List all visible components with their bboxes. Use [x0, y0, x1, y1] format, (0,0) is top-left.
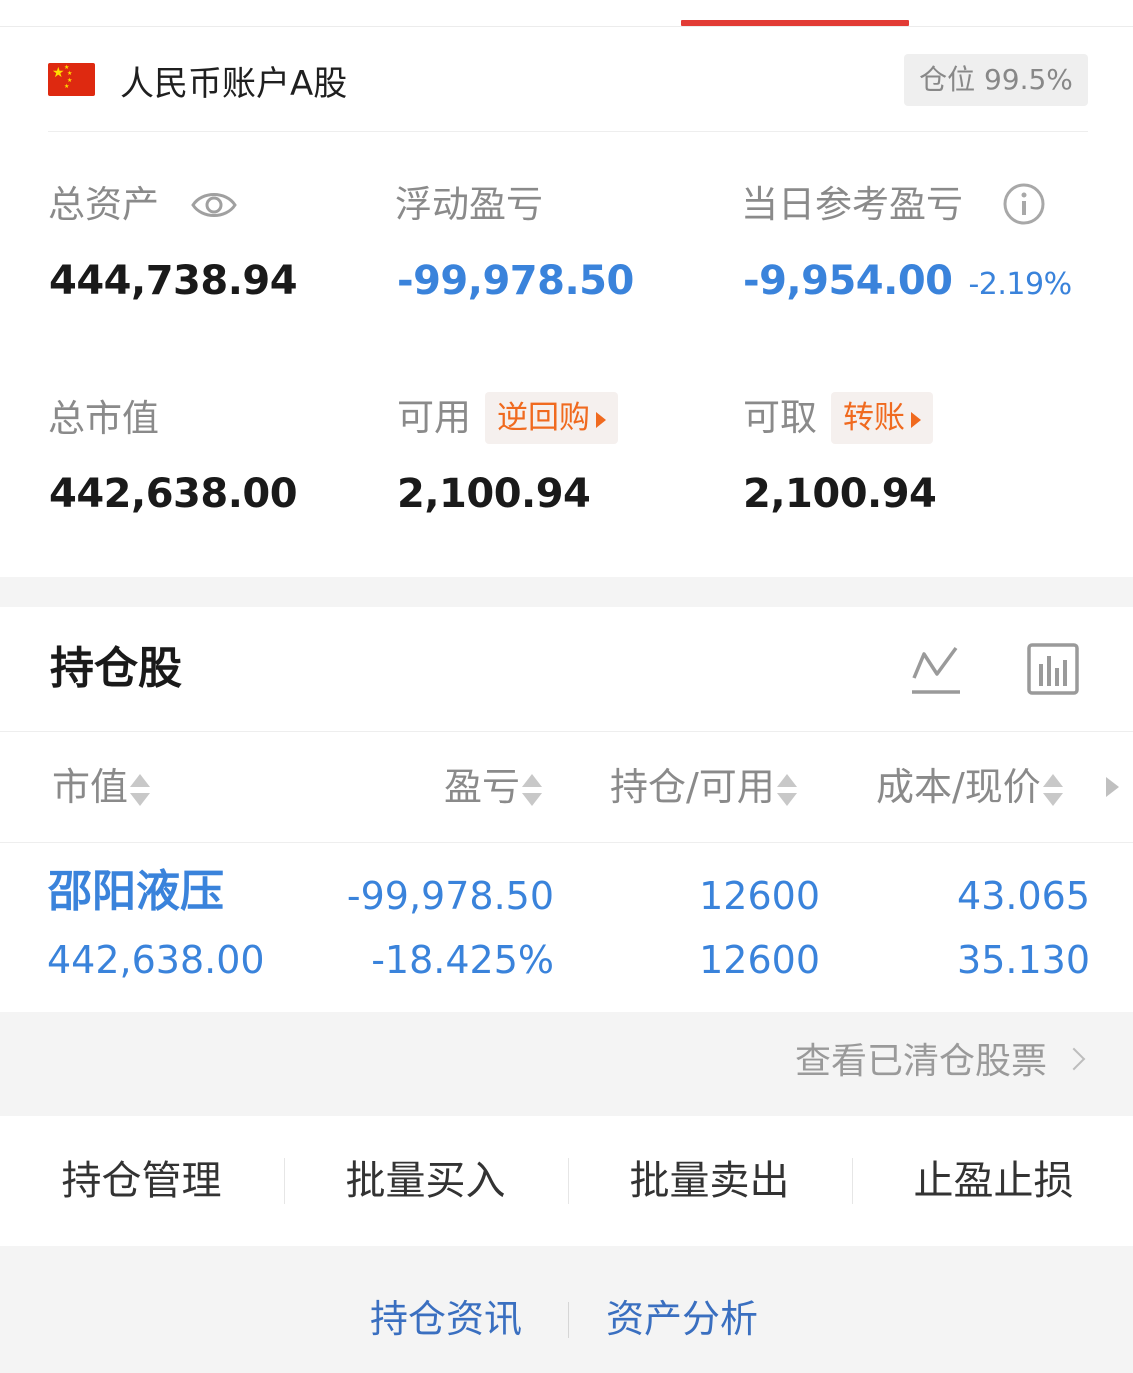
stock-pl: -99,978.50: [346, 874, 554, 918]
cleared-stocks-link[interactable]: 查看已清仓股票: [795, 1038, 1047, 1086]
sort-icon: [130, 772, 151, 808]
stock-cost: 43.065: [957, 874, 1090, 918]
batch-buy-button[interactable]: 批量买入: [284, 1116, 567, 1246]
table-header-divider: [0, 842, 1133, 843]
floating-pl-label: 浮动盈亏: [395, 183, 543, 226]
transfer-label: 转账: [843, 400, 905, 436]
available-funds: 可用 逆回购: [397, 392, 618, 444]
withdrawable-label: 可取: [743, 396, 817, 439]
info-icon[interactable]: [1002, 182, 1046, 226]
holdings-news-link[interactable]: 持仓资讯: [370, 1294, 522, 1344]
china-flag-icon: ★ ★ ★ ★ ★: [48, 63, 95, 96]
top-divider: [0, 26, 1133, 27]
daily-pl-percent: -2.19%: [968, 267, 1072, 302]
market-value-label: 总市值: [48, 397, 159, 440]
stock-pl-percent: -18.425%: [371, 938, 554, 982]
account-name: 人民币账户A股: [120, 64, 348, 104]
caret-right-icon: [911, 411, 921, 428]
column-header-market-value[interactable]: 市值: [52, 763, 151, 811]
market-value: 总市值: [48, 397, 159, 441]
column-header-cost-price[interactable]: 成本/现价: [876, 763, 1063, 811]
asset-analysis-link[interactable]: 资产分析: [606, 1294, 758, 1344]
active-tab-indicator: [681, 20, 909, 26]
sort-icon: [776, 772, 797, 808]
stock-position: 12600: [699, 874, 820, 918]
withdrawable-funds: 可取 转账: [743, 392, 933, 444]
market-value-value: 442,638.00: [49, 471, 298, 517]
daily-pl-value-group: -9,954.00 -2.19%: [743, 257, 1072, 309]
bottom-link-divider: [568, 1302, 569, 1338]
transfer-button[interactable]: 转账: [831, 392, 933, 444]
column-label: 盈亏: [444, 765, 521, 809]
stock-name: 邵阳液压: [48, 866, 224, 917]
holdings-title: 持仓股: [50, 643, 182, 694]
column-header-position[interactable]: 持仓/可用: [610, 763, 797, 811]
caret-right-icon: [596, 411, 606, 428]
sort-icon: [1042, 772, 1063, 808]
stock-market-value: 442,638.00: [47, 938, 265, 982]
holdings-divider: [0, 731, 1133, 732]
column-header-pl[interactable]: 盈亏: [444, 763, 543, 811]
daily-pl: 当日参考盈亏: [741, 183, 963, 227]
batch-sell-button[interactable]: 批量卖出: [568, 1116, 851, 1246]
stock-available: 12600: [699, 938, 820, 982]
section-gap: [0, 577, 1133, 607]
stock-price: 35.130: [957, 938, 1090, 982]
floating-pl-value: -99,978.50: [397, 258, 634, 304]
column-label: 成本/现价: [876, 765, 1041, 809]
reverse-repo-label: 逆回购: [497, 400, 590, 436]
eye-icon[interactable]: [190, 187, 238, 223]
column-label: 持仓/可用: [610, 765, 775, 809]
daily-pl-value: -9,954.00: [743, 258, 953, 304]
sort-icon: [522, 772, 543, 808]
floating-pl: 浮动盈亏: [395, 183, 543, 227]
bottom-band: [0, 1246, 1133, 1373]
holdings-action-bar: 持仓管理 批量买入 批量卖出 止盈止损: [0, 1116, 1133, 1246]
holdings-management-button[interactable]: 持仓管理: [0, 1116, 283, 1246]
daily-pl-label: 当日参考盈亏: [741, 183, 963, 226]
available-label: 可用: [397, 396, 471, 439]
stop-profit-loss-button[interactable]: 止盈止损: [852, 1116, 1133, 1246]
account-header[interactable]: ★ ★ ★ ★ ★ 人民币账户A股 仓位 99.5%: [48, 54, 1088, 132]
total-assets-value: 444,738.94: [49, 258, 298, 304]
trend-chart-icon[interactable]: [910, 644, 962, 696]
column-label: 市值: [52, 765, 129, 809]
total-assets-label: 总资产: [48, 183, 159, 226]
total-assets: 总资产: [48, 183, 159, 227]
bar-chart-icon[interactable]: [1026, 642, 1080, 696]
position-ratio-badge: 仓位 99.5%: [904, 54, 1088, 106]
withdrawable-value: 2,100.94: [743, 471, 937, 517]
reverse-repo-button[interactable]: 逆回购: [485, 392, 618, 444]
available-value: 2,100.94: [397, 471, 591, 517]
scroll-columns-right-icon[interactable]: [1106, 777, 1119, 797]
